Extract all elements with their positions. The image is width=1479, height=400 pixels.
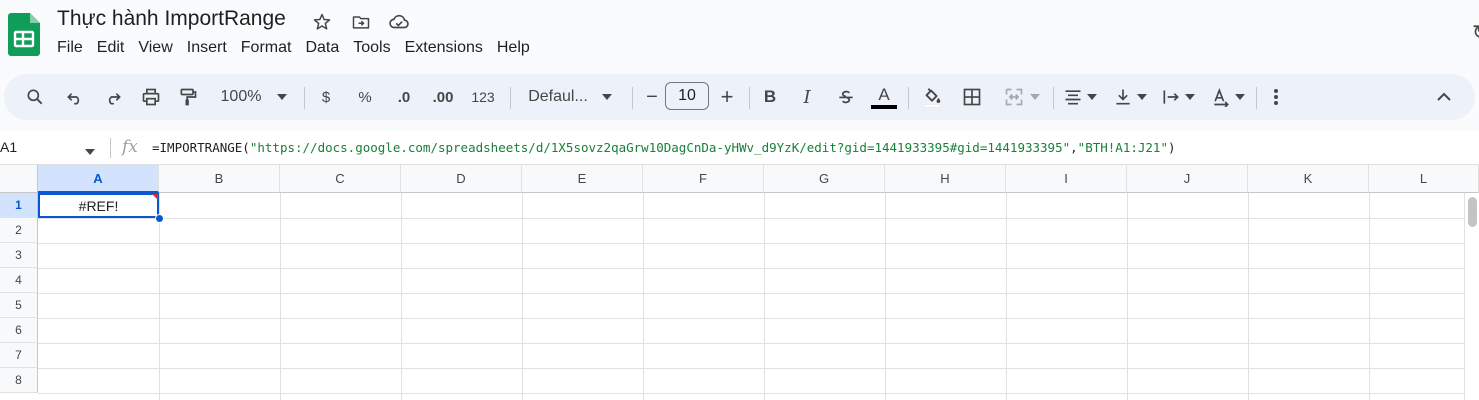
row-header-8[interactable]: 8	[0, 368, 38, 393]
currency-format-button[interactable]: $	[316, 74, 336, 120]
italic-button[interactable]: I	[796, 74, 818, 120]
menu-extensions[interactable]: Extensions	[398, 38, 490, 58]
column-header-j[interactable]: J	[1127, 165, 1248, 193]
row-header-6[interactable]: 6	[0, 318, 38, 343]
column-header-h[interactable]: H	[885, 165, 1006, 193]
formula-func: =IMPORTRANGE(	[152, 140, 250, 155]
menu-tools[interactable]: Tools	[346, 38, 397, 58]
more-formats-button[interactable]: 123	[468, 74, 498, 120]
merge-cells-icon[interactable]	[998, 74, 1046, 120]
cell-a1[interactable]: #REF!	[38, 193, 159, 218]
row-header-4[interactable]: 4	[0, 268, 38, 293]
name-box[interactable]: A1	[0, 139, 17, 155]
column-header-c[interactable]: C	[280, 165, 401, 193]
menu-help[interactable]: Help	[490, 38, 537, 58]
horizontal-align-icon[interactable]	[1060, 74, 1100, 120]
print-icon[interactable]	[138, 74, 164, 120]
column-header-f[interactable]: F	[643, 165, 764, 193]
increase-decimal-button[interactable]: .00	[427, 74, 459, 120]
increase-font-size-button[interactable]: +	[716, 74, 738, 120]
select-all-corner[interactable]	[0, 165, 38, 193]
star-icon[interactable]	[310, 10, 334, 34]
error-indicator-icon[interactable]	[152, 194, 158, 200]
cell-a1-value: #REF!	[78, 197, 119, 214]
text-color-swatch	[871, 104, 897, 109]
column-header-k[interactable]: K	[1248, 165, 1369, 193]
zoom-select[interactable]: 100%	[212, 74, 296, 120]
row-header-3[interactable]: 3	[0, 243, 38, 268]
menu-data[interactable]: Data	[298, 38, 346, 58]
chevron-down-icon	[601, 94, 612, 100]
top-bar: Thực hành ImportRange File Edit View Ins…	[0, 0, 1479, 72]
row-header-2[interactable]: 2	[0, 218, 38, 243]
formula-input[interactable]: =IMPORTRANGE("https://docs.google.com/sp…	[152, 140, 1176, 155]
decrease-decimal-label: .0	[397, 88, 411, 106]
font-name: Defaul...	[528, 88, 588, 105]
formula-close: )	[1167, 140, 1176, 155]
borders-icon[interactable]	[959, 74, 985, 120]
scrollbar-thumb[interactable]	[1468, 197, 1477, 227]
column-header-d[interactable]: D	[401, 165, 522, 193]
cloud-saved-icon[interactable]	[387, 10, 411, 34]
increase-decimal-label: .00	[432, 88, 454, 106]
paint-format-icon[interactable]	[175, 74, 201, 120]
vertical-align-icon[interactable]	[1110, 74, 1150, 120]
function-icon: fx	[122, 137, 138, 157]
bold-button[interactable]: B	[759, 74, 781, 120]
row-header-7[interactable]: 7	[0, 343, 38, 368]
percent-format-button[interactable]: %	[354, 74, 376, 120]
column-header-l[interactable]: L	[1369, 165, 1479, 193]
document-title[interactable]: Thực hành ImportRange	[57, 7, 286, 31]
fill-color-icon[interactable]	[918, 74, 946, 120]
formula-arg-url: "https://docs.google.com/spreadsheets/d/…	[249, 140, 1071, 155]
search-menus-icon[interactable]	[22, 74, 48, 120]
decrease-font-size-button[interactable]: −	[641, 74, 663, 120]
decrease-decimal-button[interactable]: .0	[389, 74, 419, 120]
redo-icon[interactable]	[100, 74, 126, 120]
column-header-e[interactable]: E	[522, 165, 643, 193]
text-rotation-icon[interactable]	[1208, 74, 1248, 120]
menu-view[interactable]: View	[131, 38, 179, 58]
chevron-down-icon[interactable]	[85, 142, 95, 160]
edge-arrow-icon[interactable]: ↻	[1472, 20, 1479, 45]
sheet-grid[interactable]: A B C D E F G H I J K L 1 2 3 4 5 6 7 8 …	[0, 165, 1479, 400]
formula-comma: ,	[1070, 140, 1078, 155]
column-header-g[interactable]: G	[764, 165, 885, 193]
move-to-folder-icon[interactable]	[349, 10, 373, 34]
sheets-logo-icon[interactable]	[8, 13, 40, 56]
undo-icon[interactable]	[62, 74, 88, 120]
collapse-toolbar-icon[interactable]	[1432, 74, 1456, 120]
more-options-icon[interactable]	[1266, 74, 1286, 120]
menu-edit[interactable]: Edit	[90, 38, 132, 58]
menu-insert[interactable]: Insert	[180, 38, 234, 58]
formula-bar: A1 fx =IMPORTRANGE("https://docs.google.…	[0, 131, 1479, 165]
font-size-input[interactable]: 10	[665, 82, 709, 110]
toolbar: 100% $ % .0 .00 123 Defaul... − + B I A	[4, 74, 1475, 120]
text-wrapping-icon[interactable]	[1158, 74, 1198, 120]
column-header-b[interactable]: B	[159, 165, 280, 193]
menu-format[interactable]: Format	[234, 38, 299, 58]
vertical-scrollbar[interactable]	[1464, 193, 1479, 400]
row-header-5[interactable]: 5	[0, 293, 38, 318]
chevron-down-icon	[277, 94, 288, 100]
font-select[interactable]: Defaul...	[520, 74, 620, 120]
text-color-label: A	[878, 84, 890, 104]
strikethrough-icon[interactable]	[833, 74, 859, 120]
menu-file[interactable]: File	[50, 38, 90, 58]
formula-arg-range: "BTH!A1:J21"	[1077, 140, 1168, 155]
row-header-1[interactable]: 1	[0, 193, 38, 218]
text-color-button[interactable]: A	[870, 74, 898, 120]
fill-handle[interactable]	[155, 214, 164, 223]
column-header-i[interactable]: I	[1006, 165, 1127, 193]
zoom-value: 100%	[220, 88, 262, 105]
column-header-a[interactable]: A	[38, 165, 159, 193]
menu-bar: File Edit View Insert Format Data Tools …	[50, 38, 537, 58]
